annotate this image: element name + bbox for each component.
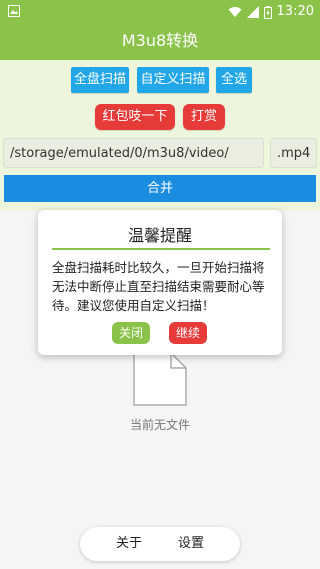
settings-button[interactable]: 设置 xyxy=(178,527,204,561)
merge-button[interactable]: 合并 xyxy=(4,175,316,202)
custom-scan-button[interactable]: 自定义扫描 xyxy=(137,67,209,93)
continue-button[interactable]: 继续 xyxy=(169,322,207,344)
red-packet-button[interactable]: 红包吱一下 xyxy=(95,104,175,130)
close-button[interactable]: 关闭 xyxy=(112,322,150,344)
reminder-dialog: 温馨提醒 全盘扫描耗时比较久，一旦开始扫描将无法中断停止直至扫描结束需要耐心等待… xyxy=(38,210,282,355)
dialog-message: 全盘扫描耗时比较久，一旦开始扫描将无法中断停止直至扫描结束需要耐心等待。建议您使… xyxy=(52,260,265,313)
status-time: 13:20 xyxy=(276,4,314,19)
about-button[interactable]: 关于 xyxy=(116,527,142,561)
bottom-nav: 关于 设置 xyxy=(80,527,240,561)
select-all-button[interactable]: 全选 xyxy=(216,67,252,93)
tip-button[interactable]: 打赏 xyxy=(183,104,225,130)
file-icon xyxy=(133,352,187,406)
battery-charging-icon xyxy=(263,5,272,19)
path-input[interactable]: /storage/emulated/0/m3u8/video/ xyxy=(3,138,264,168)
empty-state-text: 当前无文件 xyxy=(129,418,190,432)
image-icon xyxy=(8,5,20,17)
dialog-divider xyxy=(52,248,270,250)
status-icons: 13:20 xyxy=(228,4,314,20)
extension-input[interactable]: .mp4 xyxy=(270,138,317,168)
full-scan-button[interactable]: 全盘扫描 xyxy=(71,67,129,93)
dialog-title: 温馨提醒 xyxy=(127,226,192,245)
app-title: M3u8转换 xyxy=(0,24,320,60)
wifi-icon xyxy=(228,7,242,17)
cellular-signal-icon xyxy=(246,6,259,18)
status-bar: 13:20 xyxy=(0,0,320,24)
